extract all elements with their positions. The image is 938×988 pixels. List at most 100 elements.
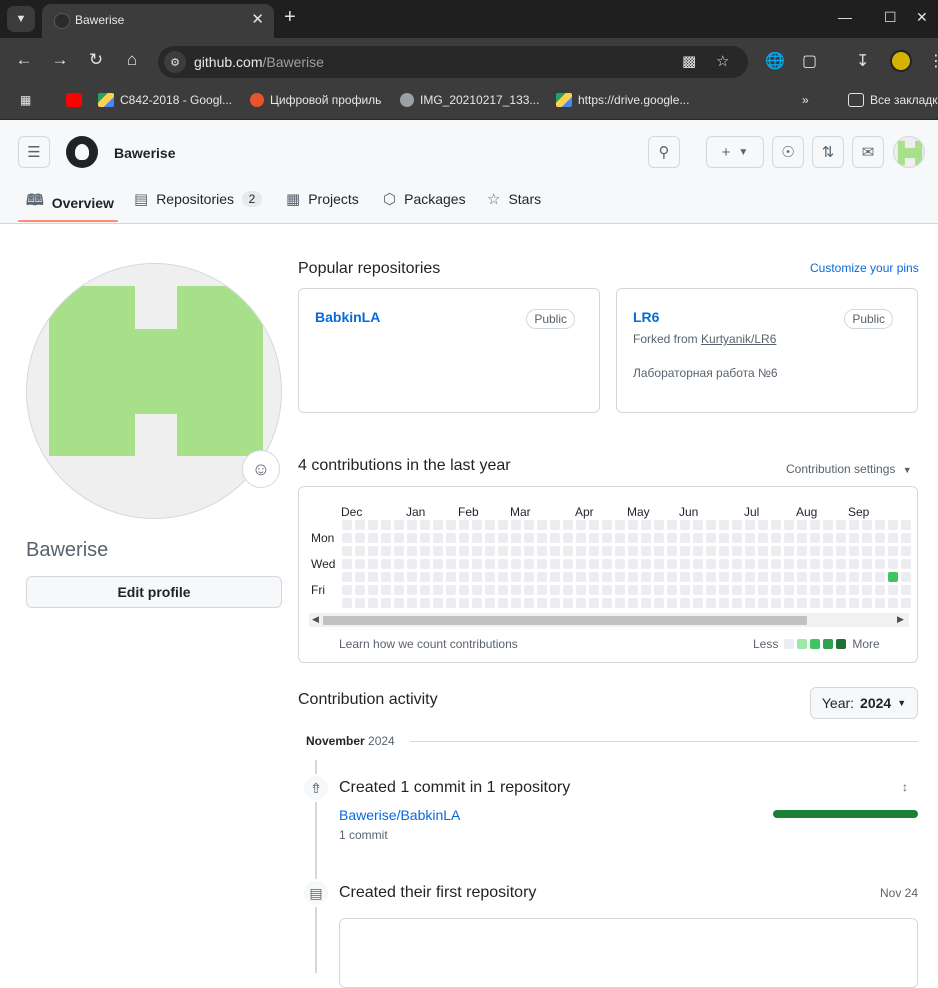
contribution-day[interactable] bbox=[836, 546, 846, 556]
contribution-day[interactable] bbox=[667, 572, 677, 582]
contribution-day[interactable] bbox=[719, 546, 729, 556]
contribution-day[interactable] bbox=[641, 572, 651, 582]
activity-repo-link[interactable]: Bawerise/BabkinLA bbox=[339, 807, 460, 823]
contribution-day[interactable] bbox=[511, 533, 521, 543]
contribution-day[interactable] bbox=[797, 572, 807, 582]
contribution-day[interactable] bbox=[342, 598, 352, 608]
contribution-day[interactable] bbox=[498, 520, 508, 530]
contribution-day[interactable] bbox=[680, 598, 690, 608]
contribution-day[interactable] bbox=[407, 572, 417, 582]
contribution-day[interactable] bbox=[420, 598, 430, 608]
contribution-day[interactable] bbox=[784, 572, 794, 582]
contribution-day[interactable] bbox=[862, 585, 872, 595]
contribution-day[interactable] bbox=[641, 559, 651, 569]
contribution-day[interactable] bbox=[602, 585, 612, 595]
contribution-day[interactable] bbox=[537, 533, 547, 543]
contribution-day[interactable] bbox=[654, 546, 664, 556]
profile-avatar[interactable] bbox=[26, 263, 282, 519]
contribution-day[interactable] bbox=[472, 533, 482, 543]
contribution-day[interactable] bbox=[407, 533, 417, 543]
contribution-day[interactable] bbox=[485, 546, 495, 556]
contribution-day[interactable] bbox=[433, 520, 443, 530]
contribution-day[interactable] bbox=[459, 533, 469, 543]
contribution-day[interactable] bbox=[420, 585, 430, 595]
contribution-day[interactable] bbox=[550, 559, 560, 569]
contribution-day[interactable] bbox=[758, 572, 768, 582]
contribution-day[interactable] bbox=[368, 559, 378, 569]
contribution-day[interactable] bbox=[836, 572, 846, 582]
contribution-day[interactable] bbox=[446, 546, 456, 556]
contribution-day[interactable] bbox=[901, 533, 911, 543]
contribution-day[interactable] bbox=[576, 598, 586, 608]
contribution-day[interactable] bbox=[758, 520, 768, 530]
contribution-day[interactable] bbox=[732, 559, 742, 569]
contribution-day[interactable] bbox=[719, 572, 729, 582]
scroll-right-icon[interactable]: ▶ bbox=[897, 614, 904, 625]
contribution-day[interactable] bbox=[745, 559, 755, 569]
contribution-day[interactable] bbox=[537, 598, 547, 608]
contribution-day[interactable] bbox=[615, 533, 625, 543]
contribution-day[interactable] bbox=[680, 585, 690, 595]
contribution-day[interactable] bbox=[823, 598, 833, 608]
pinned-repo-name[interactable]: LR6 bbox=[633, 309, 659, 325]
contribution-day[interactable] bbox=[875, 585, 885, 595]
all-bookmarks[interactable]: Все закладк bbox=[848, 93, 938, 107]
pull-requests-icon[interactable]: ⇅ bbox=[812, 136, 844, 168]
contribution-day[interactable] bbox=[797, 585, 807, 595]
contribution-day[interactable] bbox=[901, 546, 911, 556]
contribution-day[interactable] bbox=[537, 520, 547, 530]
contribution-day[interactable] bbox=[628, 520, 638, 530]
contribution-day[interactable] bbox=[563, 520, 573, 530]
contribution-day[interactable] bbox=[719, 520, 729, 530]
contribution-day[interactable] bbox=[875, 533, 885, 543]
contribution-day[interactable] bbox=[797, 598, 807, 608]
more-bookmarks-icon[interactable]: » bbox=[802, 93, 809, 107]
contribution-day[interactable] bbox=[888, 546, 898, 556]
pinned-repo-name[interactable]: BabkinLA bbox=[315, 309, 380, 325]
contribution-day[interactable] bbox=[368, 572, 378, 582]
contribution-day[interactable] bbox=[342, 559, 352, 569]
calendar-scrollbar[interactable]: ◀ ▶ bbox=[309, 613, 909, 627]
contribution-day[interactable] bbox=[615, 598, 625, 608]
contribution-day[interactable] bbox=[407, 546, 417, 556]
contribution-day[interactable] bbox=[732, 546, 742, 556]
contribution-day[interactable] bbox=[394, 520, 404, 530]
contribution-day[interactable] bbox=[667, 585, 677, 595]
contribution-day[interactable] bbox=[524, 585, 534, 595]
contribution-day[interactable] bbox=[654, 533, 664, 543]
contribution-day[interactable] bbox=[706, 559, 716, 569]
contribution-day[interactable] bbox=[654, 559, 664, 569]
activity-commit-count[interactable]: 1 commit bbox=[339, 828, 388, 842]
contribution-day[interactable] bbox=[615, 559, 625, 569]
contribution-day[interactable] bbox=[810, 559, 820, 569]
contribution-day[interactable] bbox=[654, 520, 664, 530]
reload-icon[interactable]: ↻ bbox=[84, 50, 108, 70]
contribution-day[interactable] bbox=[771, 572, 781, 582]
contribution-day[interactable] bbox=[862, 520, 872, 530]
contribution-day[interactable] bbox=[394, 572, 404, 582]
contribution-day[interactable] bbox=[355, 585, 365, 595]
contribution-day[interactable] bbox=[823, 585, 833, 595]
contribution-day[interactable] bbox=[862, 533, 872, 543]
contribution-day[interactable] bbox=[498, 572, 508, 582]
browser-menu-icon[interactable]: ⋮ bbox=[928, 51, 938, 71]
contribution-day[interactable] bbox=[407, 598, 417, 608]
contribution-day[interactable] bbox=[381, 598, 391, 608]
address-bar[interactable]: ⚙ github.com/Bawerise ▩ ☆ bbox=[158, 46, 748, 78]
hamburger-menu-icon[interactable]: ☰ bbox=[18, 136, 50, 168]
contribution-day[interactable] bbox=[589, 585, 599, 595]
contribution-day[interactable] bbox=[537, 559, 547, 569]
contribution-day[interactable] bbox=[628, 559, 638, 569]
contribution-day[interactable] bbox=[732, 598, 742, 608]
contribution-day[interactable] bbox=[849, 585, 859, 595]
bookmark-star-icon[interactable]: ☆ bbox=[716, 52, 729, 70]
contribution-day[interactable] bbox=[511, 572, 521, 582]
bookmark-item[interactable]: C842-2018 - Googl... bbox=[98, 93, 232, 107]
contribution-day[interactable] bbox=[771, 585, 781, 595]
contribution-day[interactable] bbox=[875, 520, 885, 530]
contribution-day[interactable] bbox=[433, 585, 443, 595]
contribution-day[interactable] bbox=[810, 546, 820, 556]
contribution-day[interactable] bbox=[823, 533, 833, 543]
contribution-day[interactable] bbox=[498, 559, 508, 569]
contribution-day[interactable] bbox=[784, 585, 794, 595]
